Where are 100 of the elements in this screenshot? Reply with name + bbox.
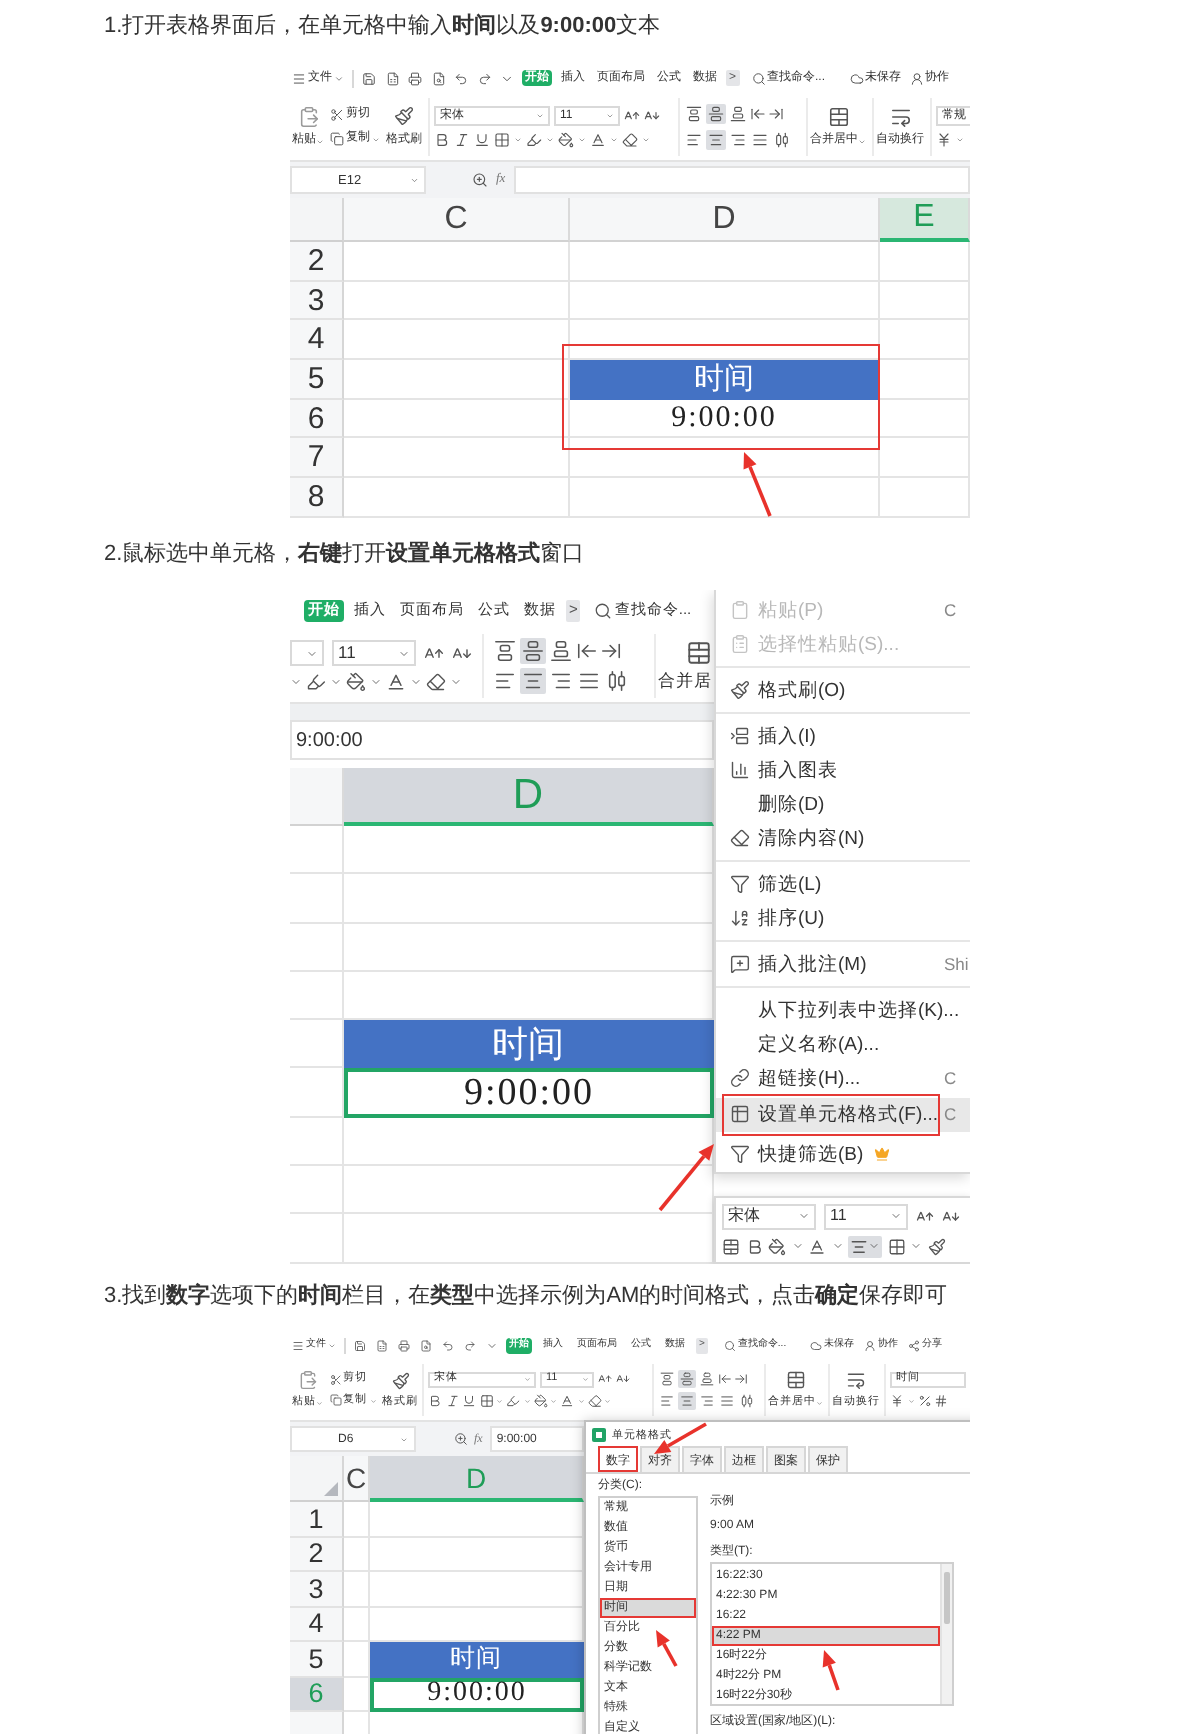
row-header[interactable]: 1 [290,1502,344,1537]
decrease-font-icon[interactable] [616,1372,630,1387]
increase-indent-icon[interactable] [600,640,622,662]
highlighter-icon[interactable] [506,1394,520,1409]
decrease-font-icon[interactable] [644,107,660,124]
align-button[interactable] [684,104,704,124]
font-size-field[interactable]: 11 [332,640,416,666]
increase-font-icon[interactable] [424,643,444,663]
align-button[interactable] [604,668,630,694]
increase-indent-icon[interactable] [768,106,784,122]
file-search-icon[interactable] [431,71,445,85]
menu-item[interactable]: 删除(D) [716,787,970,821]
percent-icon[interactable] [917,1394,931,1409]
align-button[interactable] [548,668,574,694]
menu-item[interactable]: 从下拉列表中选择(K)... [716,993,970,1027]
row-header[interactable]: 7 [290,438,344,479]
column-header[interactable]: C [344,1456,370,1502]
align-button[interactable] [706,130,726,150]
align-button[interactable] [728,130,748,150]
row-header[interactable]: 4 [290,1607,344,1642]
menu-item[interactable]: 清除内容(N) [716,821,970,855]
column-header[interactable]: D [570,198,880,242]
eraser-icon[interactable] [622,132,638,149]
underline-icon[interactable] [474,132,490,149]
formula-field[interactable]: 9:00:00 [290,720,714,760]
save-icon[interactable] [362,71,376,85]
align-button[interactable] [848,1235,882,1257]
highlighter-icon[interactable] [306,672,326,692]
menu-item[interactable]: 定义名称(A)... [716,1027,970,1061]
caret-icon[interactable] [500,71,514,85]
highlighter-icon[interactable] [526,132,542,149]
align-button[interactable] [576,668,602,694]
font-field[interactable]: 宋体 [722,1203,816,1229]
menu-item[interactable]: 插入批注(M) Shi [716,947,970,981]
align-button[interactable] [520,668,546,694]
align-button[interactable] [684,130,704,150]
menu-item[interactable]: 格式刷(O) [716,673,970,707]
borders-icon[interactable] [494,132,510,149]
row-header[interactable]: 2 [290,242,344,282]
decrease-indent-icon[interactable] [750,106,766,122]
font-color-icon[interactable] [560,1394,574,1409]
align-button[interactable] [548,638,574,664]
align-button[interactable] [706,104,726,124]
file-search-icon[interactable] [420,1340,432,1352]
font-field[interactable] [290,640,324,666]
spreadsheet-file-icon[interactable] [376,1340,388,1352]
fill-color-icon[interactable] [768,1237,786,1255]
align-button[interactable] [738,1392,756,1411]
spreadsheet-file-icon[interactable] [385,71,399,85]
row-header[interactable]: 5 [290,1642,344,1677]
zoom-icon[interactable] [454,1432,468,1446]
row-header[interactable]: 4 [290,320,344,361]
decrease-indent-icon[interactable] [576,640,598,662]
printer-icon[interactable] [408,71,422,85]
menu-item[interactable]: 插入(I) [716,719,970,753]
printer-icon[interactable] [398,1340,410,1352]
increase-font-icon[interactable] [598,1372,612,1387]
bold-icon[interactable] [434,132,450,149]
italic-icon[interactable] [454,132,470,149]
row-header[interactable]: 3 [290,281,344,321]
align-button[interactable] [658,1369,676,1388]
align-button[interactable] [520,638,546,664]
fill-color-icon[interactable] [346,672,366,692]
undo-icon[interactable] [454,71,468,85]
row-header[interactable]: 6 [290,399,344,439]
italic-icon[interactable] [445,1394,459,1409]
font-color-icon[interactable] [590,132,606,149]
formula-field[interactable] [513,166,970,194]
increase-font-icon[interactable] [624,107,640,124]
menu-item[interactable]: 超链接(H)... C [716,1061,970,1095]
merge-cells-icon[interactable] [722,1237,740,1255]
decrease-font-icon[interactable] [942,1207,960,1225]
align-button[interactable] [772,130,792,150]
save-icon[interactable] [354,1340,366,1352]
align-button[interactable] [492,668,518,694]
paintbrush-icon[interactable] [927,1237,945,1255]
align-button[interactable] [728,104,748,124]
currency-icon[interactable] [890,1394,904,1409]
align-button[interactable] [678,1392,696,1411]
decrease-font-icon[interactable] [452,643,472,663]
eraser-icon[interactable] [587,1394,601,1409]
undo-icon[interactable] [442,1340,454,1352]
borders-icon[interactable] [887,1237,905,1255]
align-button[interactable] [750,130,770,150]
row-header[interactable]: 3 [290,1572,344,1607]
borders-icon[interactable] [479,1394,493,1409]
menu-item[interactable]: 快捷筛选(B) [716,1137,970,1171]
currency-icon[interactable] [936,132,952,149]
menu-item[interactable]: 插入图表 [716,753,970,787]
eraser-icon[interactable] [426,672,446,692]
font-size-field[interactable]: 11 [824,1203,908,1229]
fill-color-icon[interactable] [558,132,574,149]
font-color-icon[interactable] [386,672,406,692]
column-header[interactable]: C [344,198,570,242]
row-header[interactable]: 8 [290,478,344,518]
align-button[interactable] [678,1369,696,1388]
decrease-indent-icon[interactable] [718,1371,732,1386]
menu-item[interactable]: 设置单元格格式(F)... C [716,1097,970,1131]
merge-center-button[interactable]: 合并居 [658,634,712,698]
bold-icon[interactable] [428,1394,442,1409]
